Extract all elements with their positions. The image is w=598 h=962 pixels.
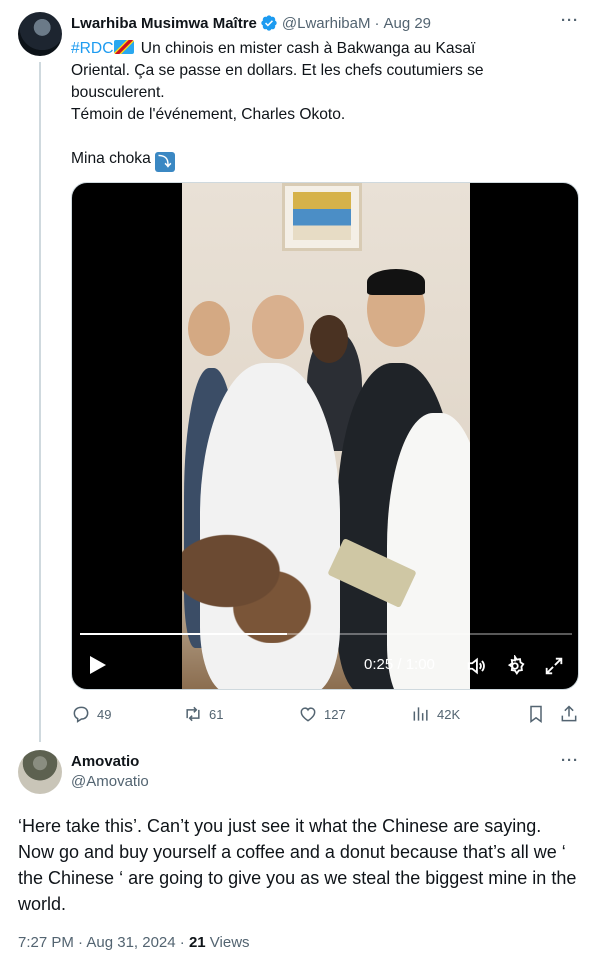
reply-text: ‘Here take this’. Can’t you just see it … (18, 816, 577, 914)
volume-icon[interactable] (465, 655, 487, 677)
tweet-text-line: bousculerent. (71, 84, 165, 101)
avatar[interactable] (18, 12, 62, 56)
bookmark-icon (530, 705, 542, 723)
author-name[interactable]: Lwarhiba Musimwa Maître (71, 15, 257, 32)
reply-views-label: Views (205, 934, 250, 951)
wall-painting (282, 183, 362, 251)
play-icon[interactable] (88, 655, 108, 675)
reply-header: Amovatio @Amovatio (71, 752, 149, 792)
tweet-text-segment: Mina choka (71, 150, 151, 167)
reply-timestamp[interactable]: 7:27 PM · Aug 31, 2024 · (18, 934, 189, 951)
video-time: 0:25 / 1:00 (364, 656, 435, 673)
video-progress-bar[interactable] (80, 633, 572, 635)
tweet-text-segment: Un chinois en mister cash à Bakwanga au … (136, 40, 476, 57)
tweet-date[interactable]: Aug 29 (383, 15, 431, 32)
reply-meta: 7:27 PM · Aug 31, 2024 · 21 Views (18, 934, 250, 951)
share-icon (561, 705, 577, 722)
tweet-text-line: #RDC Un chinois en mister cash à Bakwang… (71, 38, 561, 60)
reply-views-count: 21 (188, 934, 206, 951)
fullscreen-icon[interactable] (543, 655, 565, 677)
tweet-actions-bar: 49 61 127 42K (71, 704, 581, 728)
arrow-emoji-icon: ⤵ (154, 152, 175, 172)
more-icon[interactable]: ··· (560, 753, 580, 774)
video-player[interactable]: 0:25 / 1:00 (71, 182, 579, 690)
repost-icon (186, 706, 200, 722)
tweet-header: Lwarhiba Musimwa Maître @LwarhibaM · Aug… (71, 14, 431, 32)
repost-button[interactable]: 61 (183, 704, 223, 724)
tweet-text-line: Témoin de l'événement, Charles Okoto. (71, 106, 346, 123)
tweet-text: #RDC Un chinois en mister cash à Bakwang… (71, 38, 561, 172)
tweet-text-line: Oriental. Ça se passe en dollars. Et les… (71, 62, 484, 79)
reply-icon (73, 706, 89, 723)
reply-count: 49 (97, 706, 112, 722)
views-button[interactable]: 42K (411, 704, 460, 724)
views-icon (413, 707, 428, 721)
reply-author-name[interactable]: Amovatio (71, 752, 149, 772)
repost-count: 61 (209, 706, 224, 722)
thread-connector-line (39, 62, 41, 742)
more-icon[interactable]: ··· (560, 13, 580, 34)
separator-dot: · (374, 14, 380, 32)
like-count: 127 (324, 706, 346, 722)
video-frame (182, 183, 470, 689)
views-count: 42K (437, 706, 461, 722)
like-button[interactable]: 127 (298, 704, 346, 724)
like-icon (300, 707, 316, 722)
avatar[interactable] (18, 750, 62, 794)
share-button[interactable] (559, 704, 585, 724)
author-handle[interactable]: @LwarhibaM (282, 15, 371, 32)
video-progress-fill (80, 633, 287, 635)
reply-author-handle[interactable]: @Amovatio (71, 772, 149, 792)
flag-icon (114, 40, 135, 54)
hashtag-link[interactable]: #RDC (71, 40, 113, 57)
settings-icon[interactable] (504, 655, 526, 677)
verified-icon (261, 15, 277, 31)
reply-button[interactable]: 49 (71, 704, 111, 724)
tweet-text-line: Mina choka ⤵ (71, 148, 561, 172)
bookmark-button[interactable] (526, 704, 552, 724)
